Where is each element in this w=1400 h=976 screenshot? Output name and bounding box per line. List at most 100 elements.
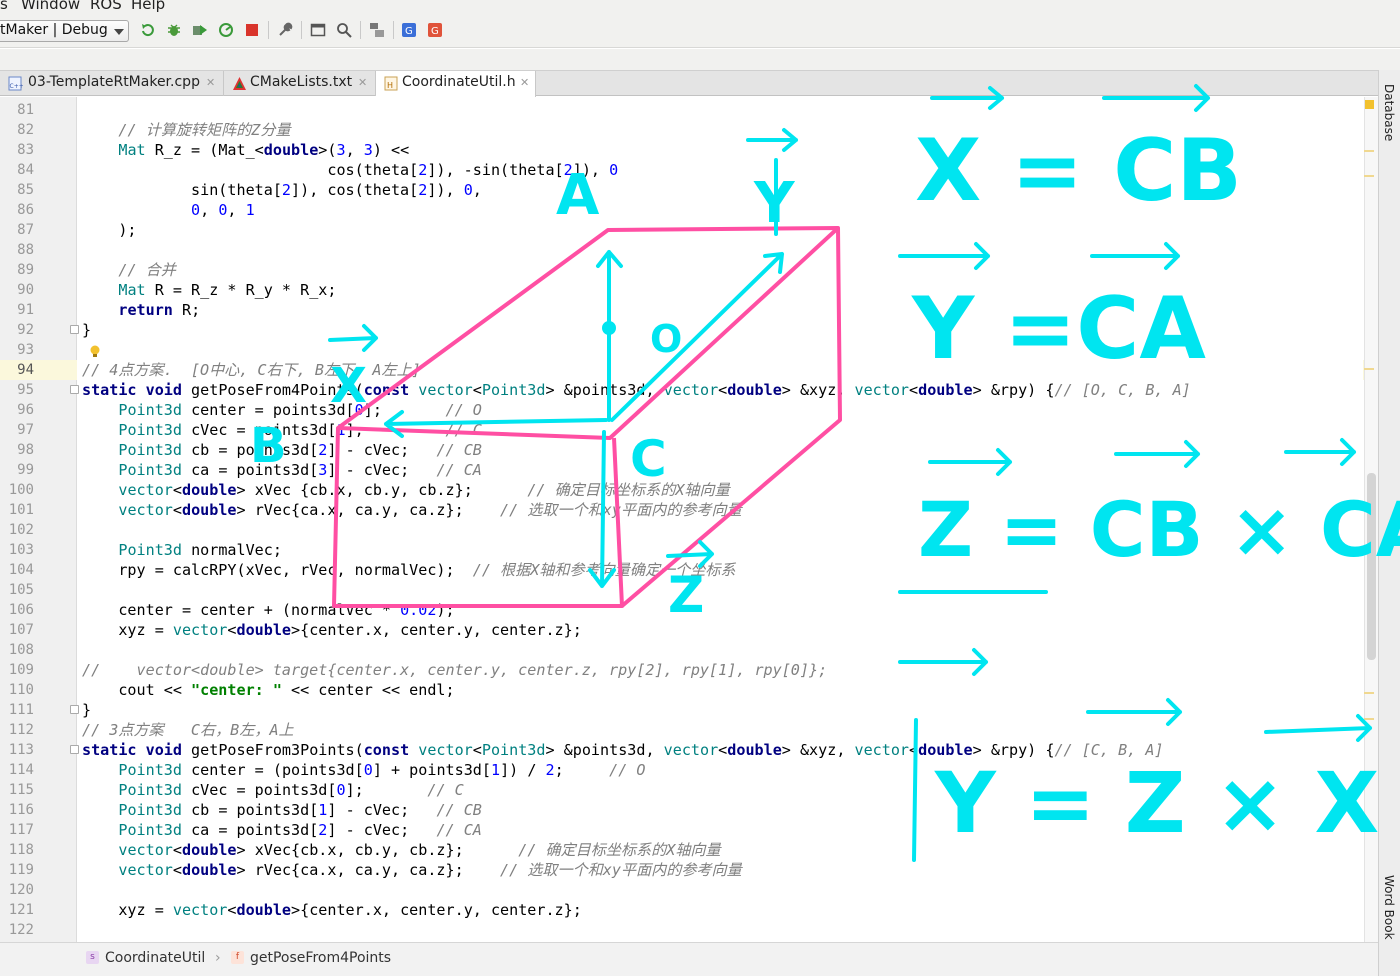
code-line[interactable]: Point3d center = points3d[0]; // O [82,400,482,420]
menu-item-ros[interactable]: ROS [90,0,122,13]
code-line[interactable]: static void getPoseFrom4Points(const vec… [82,380,1191,400]
code-line[interactable]: sin(theta[2]), cos(theta[2]), 0, [82,180,482,200]
search-icon[interactable] [336,22,352,38]
code-token: < [472,741,482,759]
code-token: > rVec{ca.x, ca.y, ca.z}; [236,861,501,879]
code-line[interactable]: } [82,700,91,720]
editor-tab-bar: C++ 03-TemplateRtMaker.cpp ✕ CMakeLists.… [0,70,1378,97]
code-token: Point3d [481,741,546,759]
code-line[interactable]: Point3d normalVec; [82,540,282,560]
fold-marker[interactable] [70,705,79,714]
code-line[interactable]: Mat R_z = (Mat_<double>(3, 3) << [82,140,409,160]
code-line[interactable]: // 计算旋转矩阵的Z分量 [82,120,290,140]
code-line[interactable]: Point3d cb = points3d[2] - cVec; // CB [82,440,482,460]
translate-alt-icon[interactable]: G [427,22,443,38]
code-token: Point3d [118,401,182,419]
code-token: Point3d [118,421,182,439]
code-line[interactable]: Point3d center = (points3d[0] + points3d… [82,760,645,780]
code-token: sin(theta[ [82,181,282,199]
code-line[interactable]: cos(theta[2]), -sin(theta[2]), 0 [82,160,618,180]
code-token: } [82,321,92,339]
close-icon[interactable]: ✕ [358,76,367,89]
tab-coordinateutil-h[interactable]: H CoordinateUtil.h ✕ [376,71,536,97]
code-line[interactable]: Point3d ca = points3d[2] - cVec; // CA [82,820,482,840]
breadcrumb-class[interactable]: CoordinateUtil [105,950,205,966]
debug-bug-icon[interactable] [166,22,182,38]
warning-indicator[interactable] [1365,100,1374,109]
code-token: ); [436,601,455,619]
code-token: double [236,621,292,639]
tab-cmakelists[interactable]: CMakeLists.txt ✕ [224,71,376,96]
tab-label: 03-TemplateRtMaker.cpp [28,74,200,90]
code-token: < [909,741,919,759]
lightbulb-icon[interactable] [89,345,101,359]
code-token: ] - cVec; [327,441,437,459]
menu-item-window[interactable]: Window [21,0,80,13]
code-token: < [227,901,237,919]
run-configuration-select[interactable]: tMaker | Debug [0,20,129,42]
close-icon[interactable]: ✕ [520,76,529,89]
database-tool-button[interactable]: Database [1382,84,1396,141]
profile-icon[interactable] [218,22,234,38]
code-line[interactable]: vector<double> xVec{cb.x, cb.y, cb.z}; /… [82,840,720,860]
code-line[interactable]: rpy = calcRPY(xVec, rVec, normalVec); //… [82,560,735,580]
code-token: < [909,381,919,399]
vertical-scrollbar[interactable] [1367,473,1376,660]
breadcrumb: s CoordinateUtil › f getPoseFrom4Points [0,942,1378,976]
menu-item-help[interactable]: Help [131,0,165,13]
code-line[interactable]: // 3点方案 C右，B左，A上 [82,720,294,740]
code-line[interactable]: vector<double> rVec{ca.x, ca.y, ca.z}; /… [82,500,741,520]
code-token: > &rpy) { [972,381,1055,399]
code-line[interactable]: Mat R = R_z * R_y * R_x; [82,280,336,300]
code-token: , [200,201,219,219]
code-line[interactable]: // vector<double> target{center.x, cente… [82,660,827,680]
code-token: // O [445,401,482,419]
breadcrumb-function[interactable]: getPoseFrom4Points [250,950,391,966]
code-line[interactable]: Point3d cb = points3d[1] - cVec; // CB [82,800,482,820]
code-token: << center << endl; [281,681,455,699]
code-line[interactable]: return R; [82,300,200,320]
code-line[interactable]: // 合并 [82,260,175,280]
wordbook-tool-button[interactable]: Word Book [1382,875,1396,940]
fold-marker[interactable] [70,325,79,334]
chevron-right-icon: › [215,950,221,966]
code-token: xyz = [82,901,173,919]
fold-marker[interactable] [70,745,79,754]
stop-icon[interactable] [244,22,260,38]
code-token: < [718,741,728,759]
structure-icon[interactable] [369,22,385,38]
code-line[interactable]: Point3d cVec = points3d[0]; // C [82,780,463,800]
code-line[interactable]: 0, 0, 1 [82,200,255,220]
code-token: vector [172,621,228,639]
code-line[interactable]: center = center + (normalVec * 0.02); [82,600,455,620]
code-line[interactable]: ); [82,220,136,240]
code-token: vector [854,741,910,759]
translate-icon[interactable]: G [401,22,417,38]
code-line[interactable]: // 4点方案. [O中心, C右下, B左下, A左上] [82,360,421,380]
code-line[interactable]: static void getPoseFrom3Points(const vec… [82,740,1164,760]
code-line[interactable]: vector<double> xVec {cb.x, cb.y, cb.z}; … [82,480,729,500]
code-line[interactable]: Point3d cVec = points3d[1]; // C [82,420,482,440]
code-token: // CB [436,801,482,819]
tab-templatertmaker-cpp[interactable]: C++ 03-TemplateRtMaker.cpp ✕ [0,71,224,96]
run-coverage-icon[interactable] [192,22,208,38]
menu-bar: s Window ROS Help [0,0,1400,14]
code-token: < [172,841,182,859]
code-token: double [263,141,319,159]
wrench-icon[interactable] [277,22,293,38]
code-line[interactable]: xyz = vector<double>{center.x, center.y,… [82,620,581,640]
window-icon[interactable] [310,22,326,38]
svg-text:G: G [405,26,413,37]
code-line[interactable]: xyz = vector<double>{center.x, center.y,… [82,900,581,920]
code-token: ] + points3d[ [372,761,491,779]
rebuild-icon[interactable] [140,22,156,38]
code-line[interactable]: } [82,320,91,340]
code-line[interactable]: vector<double> rVec{ca.x, ca.y, ca.z}; /… [82,860,741,880]
close-icon[interactable]: ✕ [206,76,215,89]
fold-marker[interactable] [70,385,79,394]
menu-item-s[interactable]: s [0,0,8,13]
code-line[interactable]: Point3d ca = points3d[3] - cVec; // CA [82,460,482,480]
code-line[interactable]: cout << "center: " << center << endl; [82,680,455,700]
